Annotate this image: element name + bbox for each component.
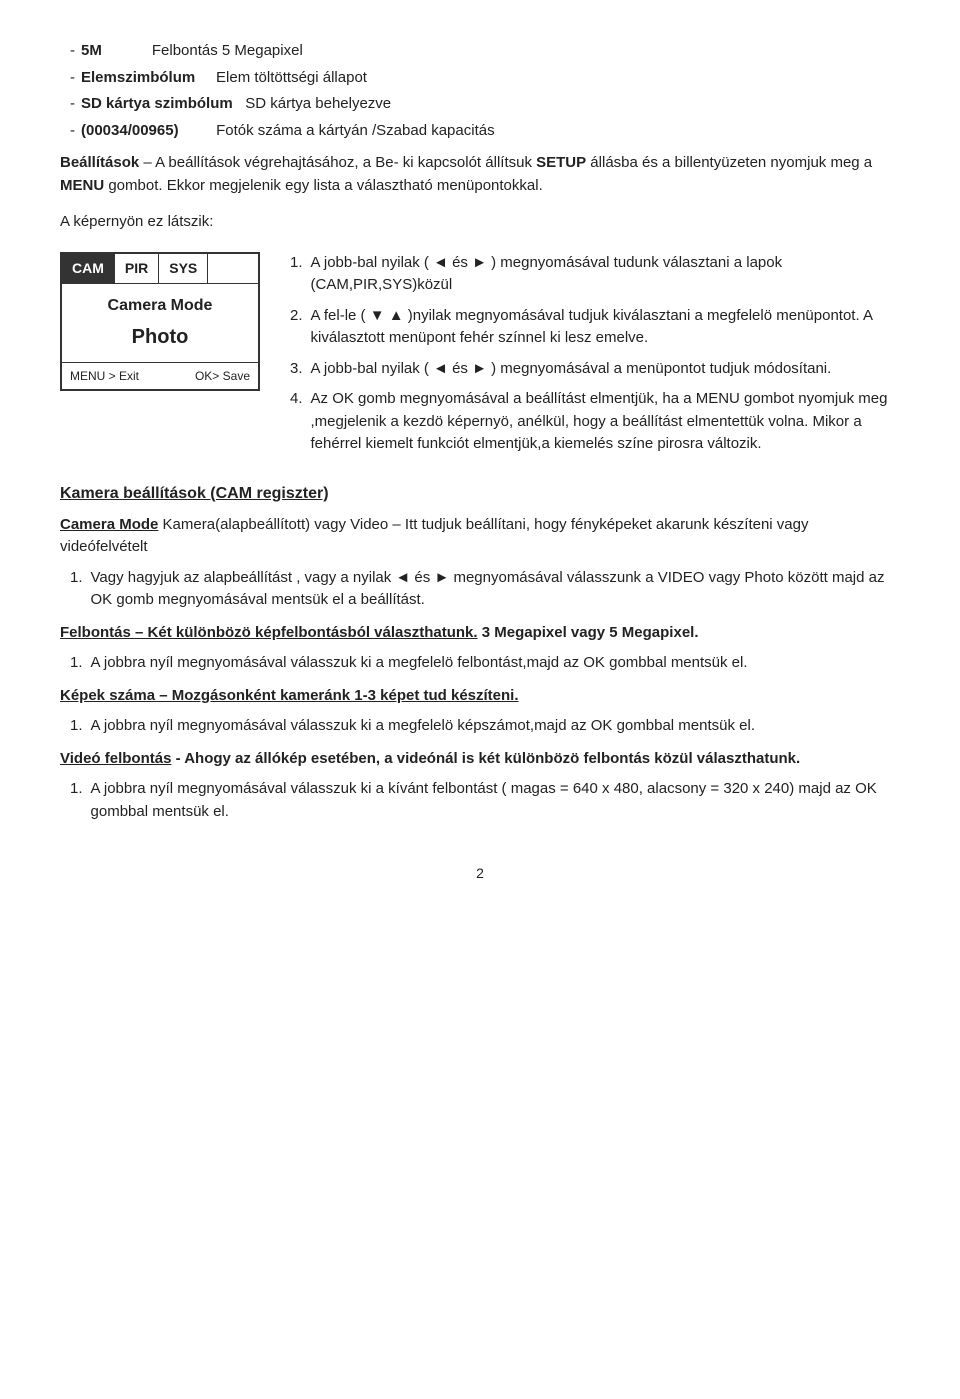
instr-num-1: 1. bbox=[290, 252, 303, 297]
screen-footer: MENU > Exit OK> Save bbox=[62, 362, 258, 389]
camera-mode-heading-text: Camera Mode bbox=[60, 516, 158, 533]
bullet-elemszimbolum: - Elemszimbólum Elem töltöttségi állapot bbox=[60, 67, 900, 90]
video-item-1: 1. A jobbra nyíl megnyomásával válasszuk… bbox=[60, 778, 900, 823]
felbontas-item-1-text: A jobbra nyíl megnyomásával válasszuk ki… bbox=[91, 652, 900, 675]
felbontas-list: 1. A jobbra nyíl megnyomásával válasszuk… bbox=[60, 652, 900, 675]
instr-item-1: 1. A jobb-bal nyilak ( ◄ és ► ) megnyomá… bbox=[290, 252, 900, 297]
video-heading-text: Videó felbontás bbox=[60, 750, 171, 767]
bullet-sd-text: SD kártya szimbólum SD kártya behelyezve bbox=[81, 93, 900, 116]
instr-text-1: A jobb-bal nyilak ( ◄ és ► ) megnyomásáv… bbox=[311, 252, 900, 297]
num-f1: 1. bbox=[70, 652, 83, 675]
screen-footer-right: OK> Save bbox=[195, 367, 250, 385]
screen-section: CAM PIR SYS Camera Mode Photo MENU > Exi… bbox=[60, 252, 900, 464]
instr-item-2: 2. A fel-le ( ▼ ▲ )nyilak megnyomásával … bbox=[290, 305, 900, 350]
instr-text-4: Az OK gomb megnyomásával a beállítást el… bbox=[311, 388, 900, 456]
beallitasok-label: Beállítások bbox=[60, 154, 139, 171]
instr-item-3: 3. A jobb-bal nyilak ( ◄ és ► ) megnyomá… bbox=[290, 358, 900, 381]
camera-mode-list: 1. Vagy hagyjuk az alapbeállítást , vagy… bbox=[60, 567, 900, 612]
tab-pir: PIR bbox=[115, 254, 159, 283]
instr-num-3: 3. bbox=[290, 358, 303, 381]
kepek-heading: Képek száma – Mozgásonként kameránk 1-3 … bbox=[60, 685, 900, 708]
instr-num-2: 2. bbox=[290, 305, 303, 350]
dash: - bbox=[70, 93, 75, 116]
tab-sys: SYS bbox=[159, 254, 208, 283]
dash: - bbox=[70, 67, 75, 90]
bullet-5m-text: 5M Felbontás 5 Megapixel bbox=[81, 40, 900, 63]
num-k1: 1. bbox=[70, 715, 83, 738]
page-number: 2 bbox=[60, 863, 900, 884]
bullet-elemszimbolum-label: Elemszimbólum bbox=[81, 69, 195, 86]
bullet-sd-label: SD kártya szimbólum bbox=[81, 95, 233, 112]
screen-body: Camera Mode Photo bbox=[62, 284, 258, 362]
dash: - bbox=[70, 120, 75, 143]
camera-mode-item-1-text: Vagy hagyjuk az alapbeállítást , vagy a … bbox=[91, 567, 900, 612]
instr-text-2: A fel-le ( ▼ ▲ )nyilak megnyomásával tud… bbox=[311, 305, 900, 350]
felbontas-heading: Felbontás – Két különbözö képfelbontásbó… bbox=[60, 622, 900, 645]
kepernyon-label: A képernyön ez látszik: bbox=[60, 211, 900, 234]
bullet-elemszimbolum-text: Elemszimbólum Elem töltöttségi állapot bbox=[81, 67, 900, 90]
kepek-heading-text: Képek száma – Mozgásonként kameránk 1-3 … bbox=[60, 687, 519, 704]
kamera-section-heading: Kamera beállítások (CAM regiszter) bbox=[60, 482, 900, 506]
screen-mode-value: Photo bbox=[72, 322, 248, 352]
num-1: 1. bbox=[70, 567, 83, 612]
tab-cam: CAM bbox=[62, 254, 115, 283]
bullet-fotok-label: (00034/00965) bbox=[81, 122, 179, 139]
video-list: 1. A jobbra nyíl megnyomásával válasszuk… bbox=[60, 778, 900, 823]
instr-num-4: 4. bbox=[290, 388, 303, 456]
kepek-item-1: 1. A jobbra nyíl megnyomásával válasszuk… bbox=[60, 715, 900, 738]
video-heading: Videó felbontás - Ahogy az állókép eseté… bbox=[60, 748, 900, 771]
kepek-list: 1. A jobbra nyíl megnyomásával válasszuk… bbox=[60, 715, 900, 738]
kepek-item-1-text: A jobbra nyíl megnyomásával válasszuk ki… bbox=[91, 715, 900, 738]
camera-mode-item-1: 1. Vagy hagyjuk az alapbeállítást , vagy… bbox=[60, 567, 900, 612]
felbontas-heading-suffix: 3 Megapixel vagy 5 Megapixel. bbox=[478, 624, 699, 641]
intro-bullets: - 5M Felbontás 5 Megapixel - Elemszimból… bbox=[60, 40, 900, 142]
camera-mode-heading-rest: Kamera(alapbeállított) vagy Video – Itt … bbox=[60, 516, 808, 556]
bullet-fotok: - (00034/00965) Fotók száma a kártyán /S… bbox=[60, 120, 900, 143]
felbontas-item-1: 1. A jobbra nyíl megnyomásával válasszuk… bbox=[60, 652, 900, 675]
screen-footer-left: MENU > Exit bbox=[70, 367, 139, 385]
camera-mode-heading: Camera Mode Kamera(alapbeállított) vagy … bbox=[60, 514, 900, 559]
bullet-fotok-text: (00034/00965) Fotók száma a kártyán /Sza… bbox=[81, 120, 900, 143]
instructions-list: 1. A jobb-bal nyilak ( ◄ és ► ) megnyomá… bbox=[290, 252, 900, 464]
beallitasok-paragraph: Beállítások – A beállítások végrehajtásá… bbox=[60, 152, 900, 197]
felbontas-heading-text: Felbontás – Két különbözö képfelbontásbó… bbox=[60, 624, 478, 641]
num-v1: 1. bbox=[70, 778, 83, 823]
bullet-sd: - SD kártya szimbólum SD kártya behelyez… bbox=[60, 93, 900, 116]
screen-mode-label: Camera Mode bbox=[72, 294, 248, 318]
instr-item-4: 4. Az OK gomb megnyomásával a beállítást… bbox=[290, 388, 900, 456]
beallitasok-text: – A beállítások végrehajtásához, a Be- k… bbox=[60, 154, 872, 194]
instr-text-3: A jobb-bal nyilak ( ◄ és ► ) megnyomásáv… bbox=[311, 358, 900, 381]
video-heading-rest: - Ahogy az állókép esetében, a videónál … bbox=[176, 750, 801, 767]
screen-tabs: CAM PIR SYS bbox=[62, 254, 258, 284]
bullet-5m: - 5M Felbontás 5 Megapixel bbox=[60, 40, 900, 63]
video-item-1-text: A jobbra nyíl megnyomásával válasszuk ki… bbox=[91, 778, 900, 823]
bullet-5m-label: 5M bbox=[81, 42, 102, 59]
dash: - bbox=[70, 40, 75, 63]
screen-mockup: CAM PIR SYS Camera Mode Photo MENU > Exi… bbox=[60, 252, 260, 391]
